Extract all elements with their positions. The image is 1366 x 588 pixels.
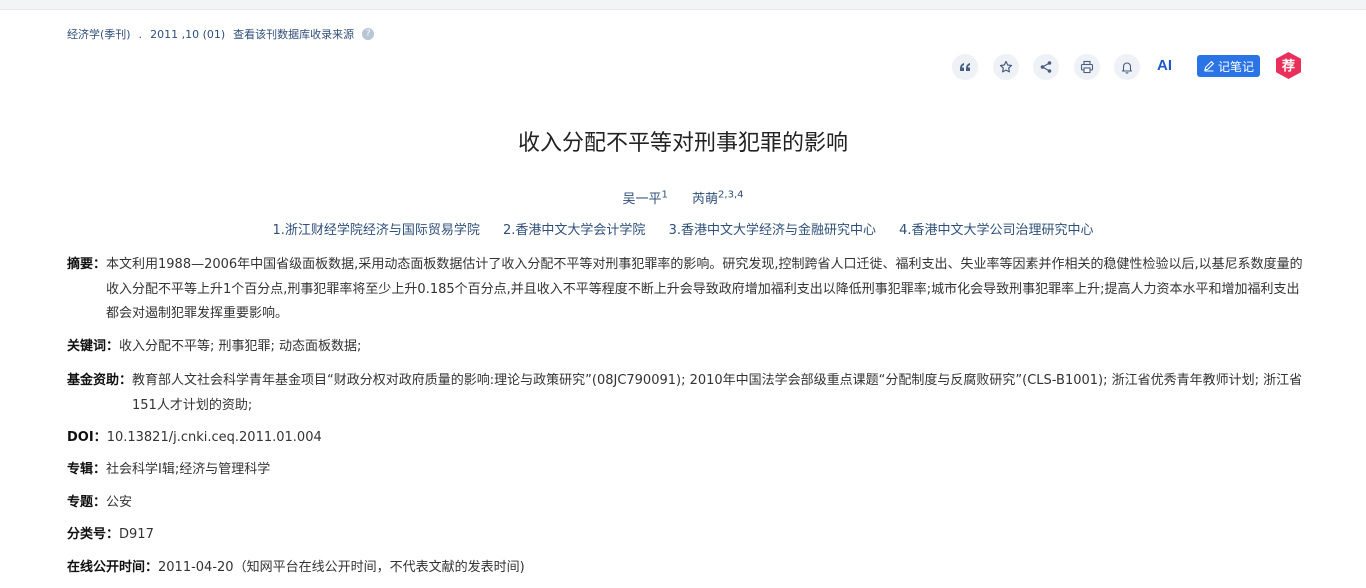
keywords-list[interactable]: 收入分配不平等; 刑事犯罪; 动态面板数据; — [119, 335, 1307, 360]
affiliation-link[interactable]: 2.香港中文大学会计学院 — [503, 223, 645, 238]
series-value: 社会科学Ⅰ辑;经济与管理科学 — [106, 462, 271, 477]
online-date-row: 在线公开时间： 2011-04-20（知网平台在线公开时间，不代表文献的发表时间… — [67, 556, 1307, 581]
topic-value: 公安 — [106, 495, 133, 510]
article-title: 收入分配不平等对刑事犯罪的影响 — [517, 131, 848, 156]
fund-text[interactable]: 教育部人文社会科学青年基金项目“财政分权对政府质量的影响:理论与政策研究”(08… — [132, 369, 1307, 418]
print-button[interactable] — [1074, 54, 1100, 80]
alert-button[interactable] — [1114, 54, 1140, 80]
fund-row: 基金资助： 教育部人文社会科学青年基金项目“财政分权对政府质量的影响:理论与政策… — [67, 369, 1307, 418]
share-icon — [1040, 61, 1052, 73]
share-button[interactable] — [1033, 54, 1059, 80]
affiliation-link[interactable]: 1.浙江财经学院经济与国际贸易学院 — [272, 223, 479, 238]
printer-icon — [1080, 60, 1094, 74]
cite-button[interactable] — [952, 54, 978, 80]
class-value: D917 — [119, 527, 154, 542]
take-note-label: 记笔记 — [1217, 59, 1254, 74]
star-icon — [999, 60, 1013, 73]
bell-icon — [1121, 62, 1133, 74]
recommend-badge[interactable]: 荐 — [1276, 52, 1301, 79]
issue-link[interactable]: 2011 ,10 (01) — [150, 28, 225, 41]
author-link[interactable]: 吴一平1 — [623, 190, 668, 207]
class-row: 分类号： D917 — [67, 523, 1307, 548]
online-date-value: 2011-04-20（知网平台在线公开时间，不代表文献的发表时间) — [158, 560, 525, 575]
top-bar — [0, 0, 1366, 10]
abstract-text: 本文利用1988—2006年中国省级面板数据,采用动态面板数据估计了收入分配不平… — [106, 257, 1303, 321]
abstract-row: 摘要： 本文利用1988—2006年中国省级面板数据,采用动态面板数据估计了收入… — [67, 253, 1307, 327]
source-line: 经济学(季刊) . 2011 ,10 (01) 查看该刊数据库收录来源 ? — [67, 26, 382, 42]
affiliation-link[interactable]: 3.香港中文大学经济与金融研究中心 — [669, 223, 876, 238]
abstract-label: 摘要： — [67, 257, 107, 272]
ai-assistant-button[interactable]: AI — [1157, 57, 1172, 74]
keywords-label: 关键词： — [67, 339, 120, 354]
fund-label: 基金资助： — [67, 373, 133, 388]
doi-value: 10.13821/j.cnki.ceq.2011.01.004 — [106, 430, 322, 445]
class-label: 分类号： — [67, 527, 120, 542]
topic-label: 专题： — [67, 495, 107, 510]
quote-icon — [960, 63, 970, 71]
author-list: 吴一平1 芮萌2,3,4 — [0, 188, 1366, 207]
pen-icon — [1204, 60, 1215, 72]
doi-label: DOI： — [67, 430, 107, 445]
author-link[interactable]: 芮萌2,3,4 — [692, 190, 743, 207]
affiliation-list: 1.浙江财经学院经济与国际贸易学院 2.香港中文大学会计学院 3.香港中文大学经… — [0, 219, 1366, 238]
journal-link[interactable]: 经济学(季刊) — [67, 26, 131, 42]
recommend-label: 荐 — [1281, 58, 1295, 74]
doi-row: DOI： 10.13821/j.cnki.ceq.2011.01.004 — [67, 426, 1307, 451]
keywords-row: 关键词： 收入分配不平等; 刑事犯罪; 动态面板数据; — [67, 335, 1307, 360]
series-label: 专辑： — [67, 462, 107, 477]
affiliation-link[interactable]: 4.香港中文大学公司治理研究中心 — [899, 223, 1093, 238]
favorite-button[interactable] — [993, 54, 1019, 80]
help-icon[interactable]: ? — [362, 28, 375, 40]
series-row: 专辑： 社会科学Ⅰ辑;经济与管理科学 — [67, 458, 1307, 483]
source-separator: . — [138, 27, 143, 41]
database-source-link[interactable]: 查看该刊数据库收录来源 — [233, 26, 354, 42]
online-date-label: 在线公开时间： — [67, 560, 159, 575]
take-note-button[interactable]: 记笔记 — [1197, 55, 1260, 77]
topic-row: 专题： 公安 — [67, 491, 1307, 516]
